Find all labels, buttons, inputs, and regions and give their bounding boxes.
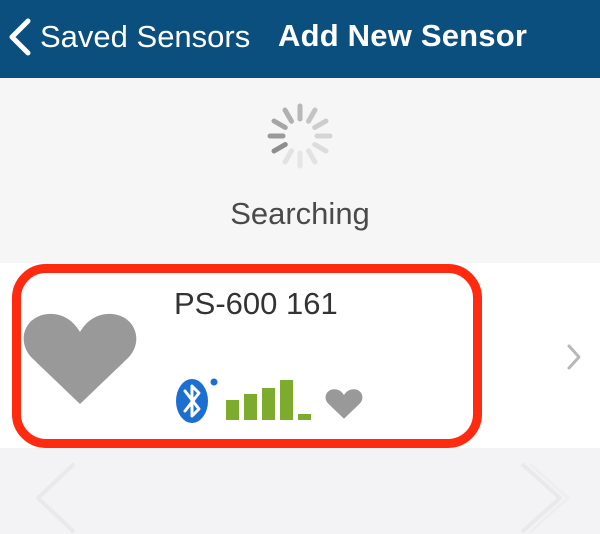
back-button-label: Saved Sensors xyxy=(40,19,251,54)
back-button[interactable]: Saved Sensors xyxy=(6,12,250,62)
heart-icon xyxy=(23,313,137,404)
chevron-left-icon xyxy=(36,462,76,534)
chevron-right-icon xyxy=(567,344,581,370)
signal-strength-icon xyxy=(226,380,311,420)
chevron-left-icon xyxy=(9,18,31,56)
heart-icon xyxy=(325,389,363,419)
navigation-bar: Saved Sensors Add New Sensor xyxy=(0,0,600,78)
sensor-name: PS-600 161 xyxy=(174,286,338,321)
searching-status-text: Searching xyxy=(230,196,370,231)
chevron-right-icon xyxy=(520,462,570,534)
bluetooth-icon xyxy=(176,378,218,423)
activity-spinner-icon xyxy=(267,103,333,169)
empty-list-area xyxy=(0,448,600,534)
page-title: Add New Sensor xyxy=(278,18,528,53)
